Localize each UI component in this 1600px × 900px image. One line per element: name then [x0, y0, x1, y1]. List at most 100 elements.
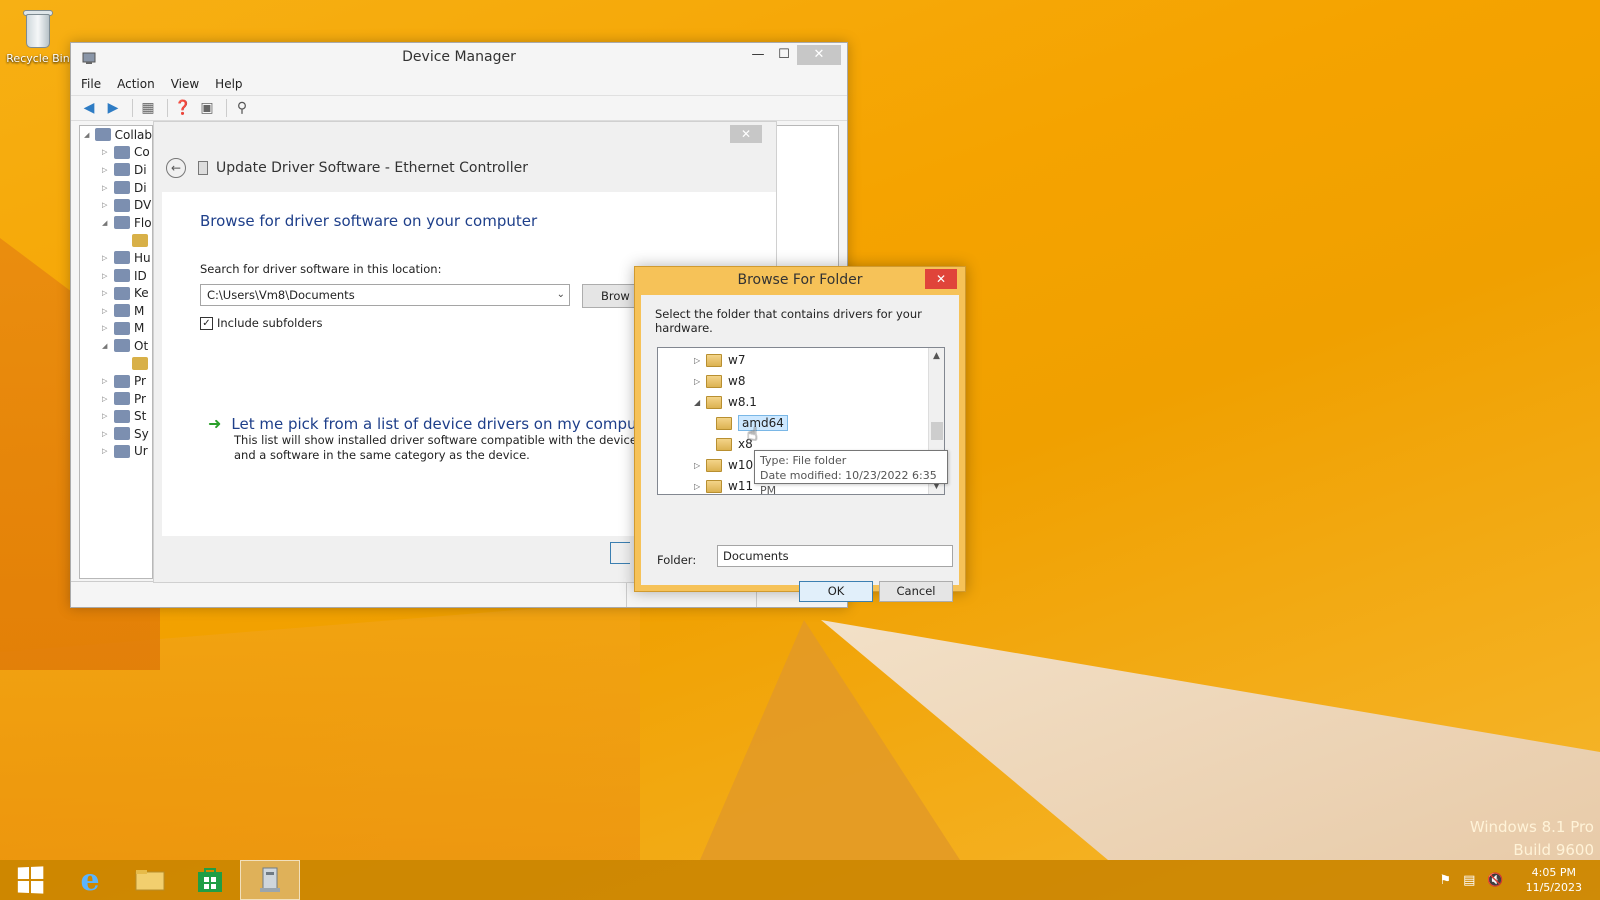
tree-item-root[interactable]: ◢ Collab	[80, 126, 152, 144]
wizard-close-button[interactable]: ✕	[730, 125, 762, 143]
menu-action[interactable]: Action	[117, 77, 155, 91]
expanded-arrow-icon[interactable]: ◢	[102, 342, 112, 350]
clock[interactable]: 4:05 PM 11/5/2023	[1526, 865, 1582, 895]
file-explorer-icon[interactable]	[120, 860, 180, 900]
show-hide-tree-icon[interactable]: ▦	[138, 99, 158, 117]
folder-icon	[716, 437, 732, 451]
collapsed-arrow-icon[interactable]: ▷	[102, 184, 112, 192]
collapsed-arrow-icon[interactable]: ▷	[102, 201, 112, 209]
tree-item[interactable]: ▷ Di	[80, 179, 152, 197]
back-arrow-icon[interactable]: ←	[166, 158, 186, 178]
chevron-down-icon[interactable]: ⌄	[557, 285, 565, 305]
tree-item[interactable]: ▷ ID	[80, 267, 152, 285]
collapsed-arrow-icon[interactable]: ▷	[694, 482, 706, 491]
recycle-bin-icon	[21, 6, 55, 50]
collapsed-arrow-icon[interactable]: ▷	[102, 254, 112, 262]
tree-item[interactable]: ▷ Co	[80, 144, 152, 162]
recycle-bin-desktop-icon[interactable]: Recycle Bin	[6, 6, 70, 65]
help-icon[interactable]: ❓	[173, 99, 193, 117]
collapsed-arrow-icon[interactable]: ▷	[694, 461, 706, 470]
collapsed-arrow-icon[interactable]: ▷	[102, 272, 112, 280]
collapsed-arrow-icon[interactable]: ▷	[102, 148, 112, 156]
recycle-bin-label: Recycle Bin	[6, 52, 70, 65]
menu-file[interactable]: File	[81, 77, 101, 91]
volume-muted-icon[interactable]: 🔇	[1487, 873, 1503, 888]
action-center-flag-icon[interactable]: ⚑	[1439, 873, 1451, 888]
internet-explorer-icon[interactable]: e	[60, 860, 120, 900]
menu-view[interactable]: View	[171, 77, 199, 91]
toolbar: ◀ ▶ ▦ ❓ ▣ ⚲	[71, 95, 847, 121]
pick-from-list-link[interactable]: ➜ Let me pick from a list of device drive…	[208, 414, 658, 463]
folder-item-w10[interactable]: ▷ w10	[694, 455, 753, 475]
tree-item[interactable]: ◢ Flo	[80, 214, 152, 232]
driver-path-combobox[interactable]: C:\Users\Vm8\Documents ⌄	[200, 284, 570, 306]
device-category-icon	[114, 216, 130, 230]
folder-item-w8-1[interactable]: ◢ w8.1	[694, 392, 757, 412]
collapsed-arrow-icon[interactable]: ▷	[694, 356, 706, 365]
device-manager-taskbar-icon[interactable]	[240, 860, 300, 900]
network-icon[interactable]: ▤	[1463, 873, 1475, 888]
collapsed-arrow-icon[interactable]: ▷	[102, 430, 112, 438]
dialog-close-button[interactable]: ✕	[925, 269, 957, 289]
device-category-icon	[114, 286, 130, 300]
collapsed-arrow-icon[interactable]: ▷	[102, 166, 112, 174]
tree-item[interactable]: ▷ Sy	[80, 425, 152, 443]
device-category-icon	[114, 321, 130, 335]
tree-item[interactable]: ▷ St	[80, 408, 152, 426]
forward-arrow-icon[interactable]: ▶	[103, 99, 123, 117]
tree-item[interactable]: ▷ Ur	[80, 443, 152, 461]
store-icon[interactable]	[180, 860, 240, 900]
tree-item[interactable]: ▷ Pr	[80, 372, 152, 390]
tree-item[interactable]	[80, 232, 152, 250]
folder-input[interactable]: Documents	[717, 545, 953, 567]
tree-item[interactable]: ▷ Ke	[80, 284, 152, 302]
tree-item[interactable]: ▷ Pr	[80, 390, 152, 408]
folder-item-w7[interactable]: ▷ w7	[694, 350, 745, 370]
checkmark-icon[interactable]: ✓	[200, 316, 213, 330]
tree-item[interactable]: ▷ Di	[80, 161, 152, 179]
ok-button[interactable]: OK	[799, 581, 873, 602]
tree-item[interactable]: ▷ M	[80, 302, 152, 320]
folder-item-w11[interactable]: ▷ w11	[694, 476, 753, 494]
collapsed-arrow-icon[interactable]: ▷	[102, 289, 112, 297]
collapsed-arrow-icon[interactable]: ▷	[102, 324, 112, 332]
collapsed-arrow-icon[interactable]: ▷	[102, 395, 112, 403]
browse-button[interactable]: Brow	[582, 284, 642, 308]
tree-item[interactable]: ▷ Hu	[80, 249, 152, 267]
dialog-titlebar[interactable]: Browse For Folder ✕	[635, 267, 965, 295]
back-arrow-icon[interactable]: ◀	[79, 99, 99, 117]
close-button[interactable]: ✕	[797, 45, 841, 65]
next-button[interactable]	[610, 542, 630, 564]
expanded-arrow-icon[interactable]: ◢	[102, 219, 112, 227]
maximize-button[interactable]: ☐	[771, 45, 797, 65]
folder-item-w8[interactable]: ▷ w8	[694, 371, 745, 391]
collapsed-arrow-icon[interactable]: ▷	[102, 307, 112, 315]
cancel-button[interactable]: Cancel	[879, 581, 953, 602]
window-title: Device Manager	[402, 49, 516, 65]
collapsed-arrow-icon[interactable]: ▷	[102, 412, 112, 420]
expanded-arrow-icon[interactable]: ◢	[694, 398, 706, 407]
scroll-up-icon[interactable]: ▲	[929, 348, 944, 364]
browse-for-folder-dialog: Browse For Folder ✕ Select the folder th…	[634, 266, 966, 602]
tree-item[interactable]: ▷ M	[80, 320, 152, 338]
dialog-title: Browse For Folder	[737, 272, 863, 288]
folder-icon	[706, 374, 722, 388]
tree-item[interactable]: ▷ DV	[80, 196, 152, 214]
device-manager-titlebar[interactable]: Device Manager — ☐ ✕	[71, 43, 847, 73]
collapsed-arrow-icon[interactable]: ▷	[102, 377, 112, 385]
search-location-label: Search for driver software in this locat…	[200, 262, 442, 276]
include-subfolders-checkbox[interactable]: ✓ Include subfolders	[200, 316, 322, 330]
collapsed-arrow-icon[interactable]: ▷	[694, 377, 706, 386]
tree-item[interactable]	[80, 355, 152, 373]
scroll-thumb[interactable]	[931, 422, 943, 440]
menu-help[interactable]: Help	[215, 77, 242, 91]
scan-hardware-icon[interactable]: ⚲	[232, 99, 252, 117]
minimize-button[interactable]: —	[745, 45, 771, 65]
start-button[interactable]	[0, 860, 60, 900]
properties-icon[interactable]: ▣	[197, 99, 217, 117]
collapsed-arrow-icon[interactable]: ▷	[102, 447, 112, 455]
expanded-arrow-icon[interactable]: ◢	[84, 131, 93, 139]
device-category-icon	[114, 181, 130, 195]
computer-icon	[95, 128, 111, 142]
tree-item[interactable]: ◢ Ot	[80, 337, 152, 355]
